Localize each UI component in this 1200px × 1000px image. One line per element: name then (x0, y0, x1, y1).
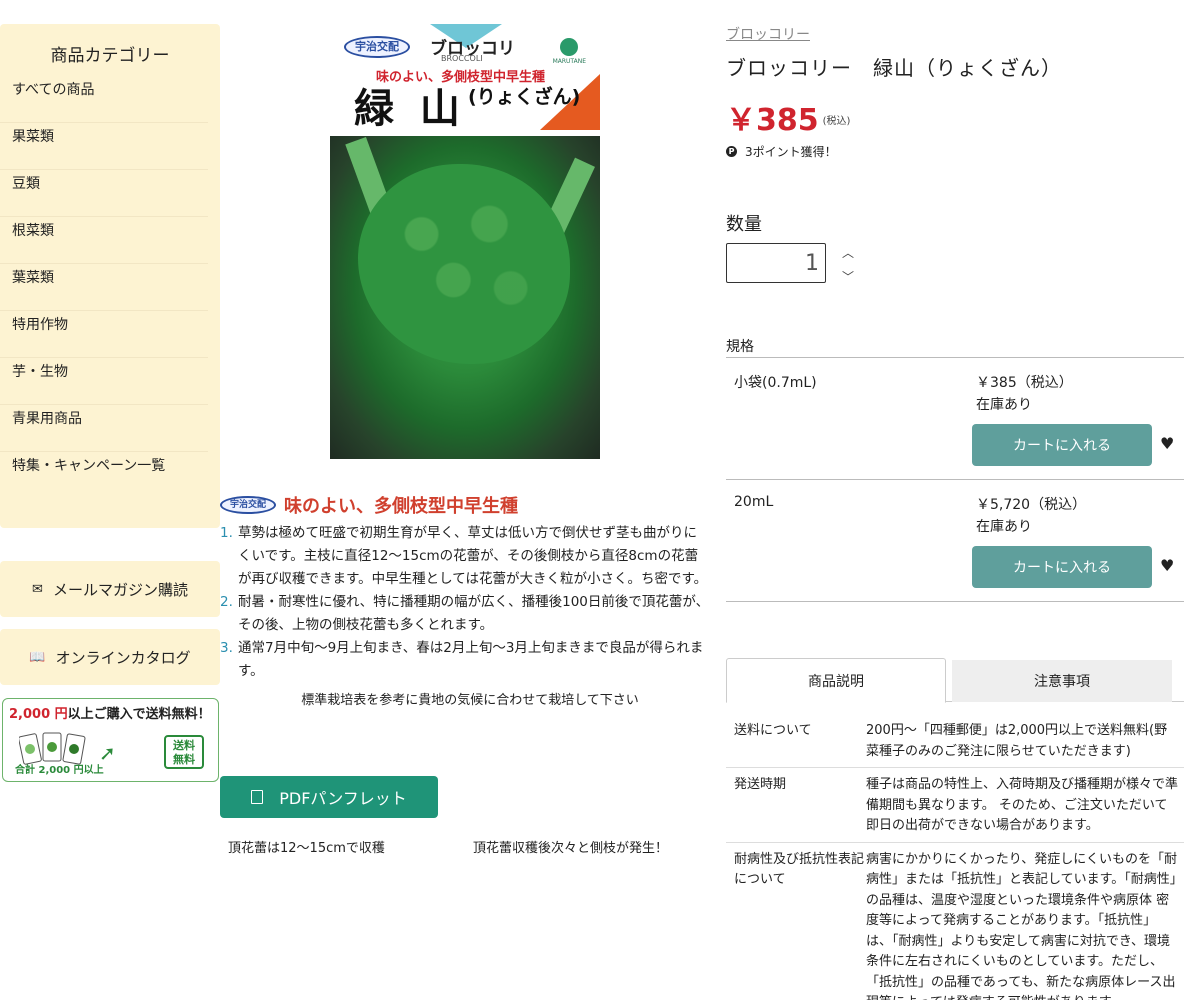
points-info: P 3ポイント獲得！ (726, 143, 1184, 160)
tax-note: (税込) (822, 116, 851, 127)
package-badge: 宇治交配 (344, 36, 410, 58)
maker-name: MARUTANE (552, 58, 586, 65)
tab-notes[interactable]: 注意事項 (952, 660, 1172, 702)
package-brand-en: BROCCOLI (441, 54, 483, 63)
product-image: 宇治交配 ブロッコリ BROCCOLI MARUTANE 味のよい、多側枝型中早… (330, 24, 600, 459)
feature-item: 3. 通常7月中旬〜9月上旬まき、春は2月上旬〜3月上旬まきまで良品が得られます。 (220, 640, 704, 679)
add-to-cart-button[interactable]: カートに入れる (972, 546, 1152, 588)
promo-subtext: 合計 2,000 円以上 (15, 765, 104, 776)
sidebar-item-beans[interactable]: 豆類 (0, 170, 208, 217)
info-tabs: 商品説明 注意事項 (726, 658, 1184, 703)
newsletter-label: メールマガジン購読 (52, 580, 188, 599)
description-badge: 宇治交配 (220, 496, 276, 514)
sidebar-item-root-vegetables[interactable]: 根菜類 (0, 217, 208, 264)
online-catalog-button[interactable]: 📖 オンラインカタログ (0, 629, 220, 685)
info-row: 耐病性及び抵抗性表記について 病害にかかりにくかったり、発症しにくいものを「耐病… (726, 843, 1184, 1000)
sidebar-item-campaigns[interactable]: 特集・キャンペーン一覧 (0, 452, 208, 499)
pdf-pamphlet-button[interactable]: PDFパンフレット (220, 776, 438, 818)
sidebar-item-market-products[interactable]: 青果用商品 (0, 405, 208, 452)
package-variety-reading: (りょくざん) (468, 86, 581, 108)
info-key: 発送時期 (734, 777, 787, 792)
caption-side-branches: 頂花蕾収穫後次々と側枝が発生！ (473, 841, 669, 856)
spec-price: ￥385（税込） (976, 375, 1073, 391)
feature-list: 1. 草勢は極めて旺盛で初期生育が早く、草丈は低い方で倒伏せず茎も曲がりにくいです… (220, 522, 710, 683)
quantity-input[interactable] (726, 243, 826, 283)
feature-item: 2. 耐暑・耐寒性に優れ、特に播種期の幅が広く、播種後100日前後で頂花蕾が、その… (220, 594, 710, 633)
spec-row: 小袋(0.7mL) ￥385（税込） 在庫あり カートに入れる ♥ (726, 358, 1184, 480)
info-row: 発送時期 種子は商品の特性上、入荷時期及び播種期が様々で準備期間も異なります。 … (726, 768, 1184, 843)
spec-table: 小袋(0.7mL) ￥385（税込） 在庫あり カートに入れる ♥ 20mL ￥… (726, 357, 1184, 602)
info-value: 200円〜「四種郵便」は2,000円以上で送料無料(野菜種子のみのご発注に限らせ… (866, 723, 1168, 759)
product-price: ￥385 (税込) (726, 103, 851, 138)
heart-icon[interactable]: ♥ (1160, 556, 1174, 575)
sidebar-item-tubers[interactable]: 芋・生物 (0, 358, 208, 405)
description-title: 味のよい、多側枝型中早生種 (284, 496, 518, 517)
sidebar-item-all[interactable]: すべての商品 (0, 76, 208, 123)
breadcrumb-link[interactable]: ブロッコリー (726, 24, 1184, 44)
sidebar-title: 商品カテゴリー (50, 46, 170, 66)
chevron-up-icon[interactable]: ︿ (840, 244, 856, 260)
sidebar-item-leaf-vegetables[interactable]: 葉菜類 (0, 264, 208, 311)
package-header: 宇治交配 ブロッコリ BROCCOLI MARUTANE 味のよい、多側枝型中早… (330, 24, 600, 136)
broccoli-photo (330, 128, 600, 459)
info-table: 送料について 200円〜「四種郵便」は2,000円以上で送料無料(野菜種子のみの… (726, 714, 1184, 1000)
info-key: 送料について (734, 723, 812, 738)
spec-label: 規格 (726, 339, 754, 355)
envelope-icon: ✉ (32, 581, 43, 597)
spec-stock: 在庫あり (976, 519, 1032, 535)
maker-logo-icon (560, 38, 578, 56)
category-list: すべての商品 果菜類 豆類 根菜類 葉菜類 特用作物 芋・生物 青果用商品 特集… (0, 76, 220, 499)
book-icon: 📖 (29, 649, 46, 665)
product-title: ブロッコリー 緑山（りょくざん） (726, 56, 1062, 80)
points-text: 3ポイント獲得！ (745, 145, 837, 159)
info-value: 種子は商品の特性上、入荷時期及び播種期が様々で準備期間も異なります。 そのため、… (866, 777, 1179, 833)
add-to-cart-button[interactable]: カートに入れる (972, 424, 1152, 466)
spec-size: 20mL (734, 494, 774, 510)
free-shipping-banner[interactable]: 2,000 円以上ご購入で送料無料！ ➚ 送料 無料 合計 2,000 円以上 (2, 698, 219, 782)
info-value: 病害にかかりにくかったり、発症しにくいものを「耐病性」または「抵抗性」と表記して… (866, 851, 1177, 1000)
info-key: 耐病性及び抵抗性表記について (734, 851, 865, 887)
feature-item: 1. 草勢は極めて旺盛で初期生育が早く、草丈は低い方で倒伏せず茎も曲がりにくいです… (220, 525, 708, 587)
package-variety-name: 緑 山 (354, 86, 466, 132)
chevron-down-icon[interactable]: ﹀ (840, 268, 856, 284)
pdf-pamphlet-label: PDFパンフレット (279, 789, 407, 808)
promo-headline: 2,000 円以上ご購入で送料無料！ (9, 707, 211, 722)
product-description: 宇治交配 味のよい、多側枝型中早生種 1. 草勢は極めて旺盛で初期生育が早く、草丈… (220, 492, 710, 708)
info-row: 送料について 200円〜「四種郵便」は2,000円以上で送料無料(野菜種子のみの… (726, 714, 1184, 768)
caption-harvest-size: 頂花蕾は12〜15cmで収穫 (228, 841, 385, 856)
cultivation-note: 標準栽培表を参考に貴地の気候に合わせて栽培して下さい (301, 693, 639, 708)
tab-description[interactable]: 商品説明 (726, 658, 946, 703)
quantity-label: 数量 (726, 214, 762, 235)
online-catalog-label: オンラインカタログ (55, 648, 191, 667)
newsletter-button[interactable]: ✉ メールマガジン購読 (0, 561, 220, 617)
spec-stock: 在庫あり (976, 397, 1032, 413)
spec-row: 20mL ￥5,720（税込） 在庫あり カートに入れる ♥ (726, 480, 1184, 602)
category-sidebar: 商品カテゴリー すべての商品 果菜類 豆類 根菜類 葉菜類 特用作物 芋・生物 … (0, 24, 220, 528)
spec-price: ￥5,720（税込） (976, 497, 1087, 513)
spec-size: 小袋(0.7mL) (734, 375, 817, 391)
sidebar-item-fruit-vegetables[interactable]: 果菜類 (0, 123, 208, 170)
free-shipping-truck-icon: 送料 無料 (164, 735, 204, 769)
pdf-file-icon (251, 790, 264, 804)
heart-icon[interactable]: ♥ (1160, 434, 1174, 453)
product-purchase-panel: ブロッコリー ブロッコリー 緑山（りょくざん） ￥385 (税込) P 3ポイント… (726, 24, 1184, 1000)
points-icon: P (726, 146, 737, 157)
sidebar-item-special-crops[interactable]: 特用作物 (0, 311, 208, 358)
description-headline: 宇治交配 味のよい、多側枝型中早生種 (220, 492, 710, 518)
